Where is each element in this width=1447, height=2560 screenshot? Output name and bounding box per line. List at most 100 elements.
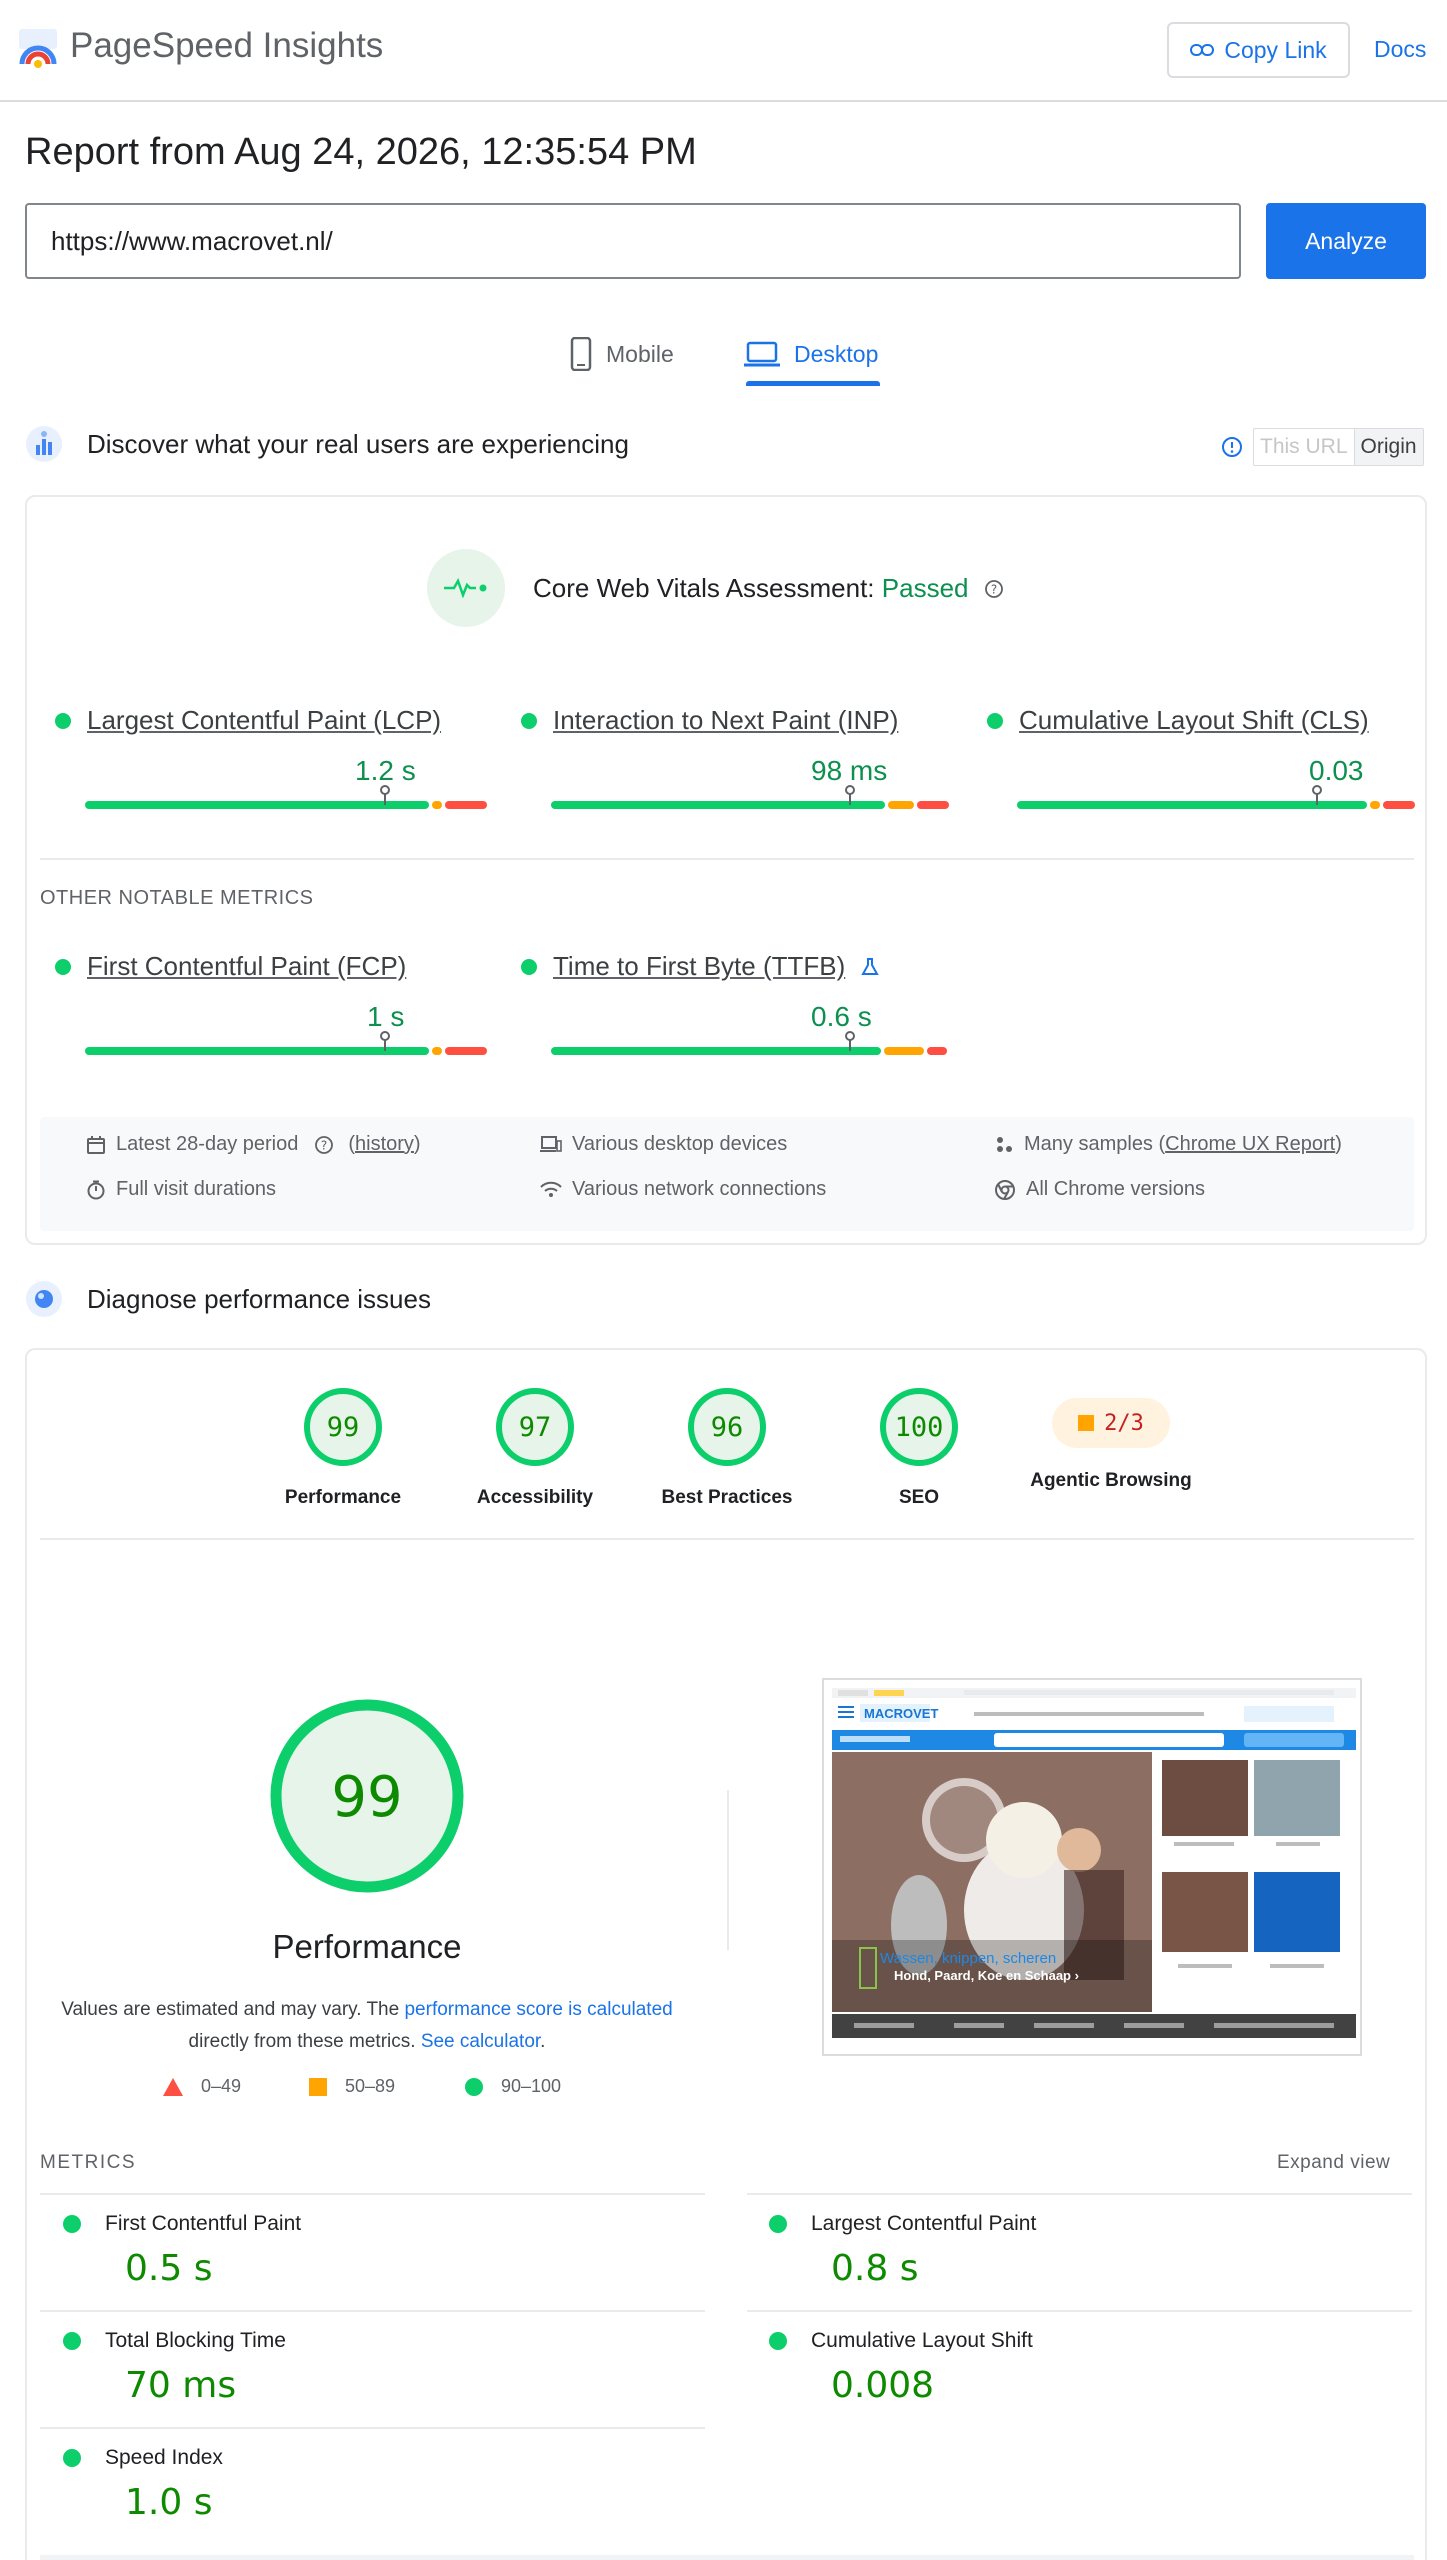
pagespeed-logo-icon[interactable]	[16, 26, 60, 70]
lab-speed-index: Speed Index 1.0 s	[63, 2446, 663, 2523]
seo-gauge[interactable]: 100 SEO	[819, 1386, 1019, 1509]
users-chart-icon	[26, 426, 62, 462]
vertical-divider	[727, 1790, 729, 1950]
accessibility-gauge-label: Accessibility	[476, 1487, 594, 1508]
section-divider	[40, 1538, 1414, 1540]
expand-view-button[interactable]: Expand view	[1277, 2152, 1390, 2174]
chrome-icon	[995, 1179, 1015, 1200]
other-metrics-label: OTHER NOTABLE METRICS	[40, 887, 314, 909]
lab-cls-value: 0.008	[831, 2365, 935, 2406]
info-network-text: Various network connections	[572, 1178, 827, 1200]
best-practices-gauge[interactable]: 96 Best Practices	[627, 1386, 827, 1509]
lcp-distribution-bar	[85, 801, 487, 809]
see-calculator-link[interactable]: See calculator	[421, 2031, 540, 2052]
performance-gauge[interactable]: 99 Performance	[243, 1386, 443, 1509]
performance-title: Performance	[272, 1928, 462, 1965]
toggle-this-url[interactable]: This URL	[1254, 429, 1355, 465]
metrics-label: METRICS	[40, 2152, 136, 2173]
metric-divider	[747, 2310, 1412, 2312]
field-data-info-panel: Latest 28-day period ? (history) Full vi…	[40, 1117, 1414, 1231]
lab-fcp-label: First Contentful Paint	[105, 2212, 302, 2235]
help-icon[interactable]: ?	[984, 579, 1004, 599]
active-tab-indicator	[746, 381, 880, 386]
good-status-dot	[63, 2449, 81, 2467]
legend-average-label: 50–89	[345, 2076, 396, 2096]
inp-label[interactable]: Interaction to Next Paint (INP)	[553, 705, 898, 736]
history-link[interactable]: history	[355, 1133, 414, 1155]
chrome-ux-report-link[interactable]: Chrome UX Report	[1165, 1133, 1335, 1155]
url-input[interactable]: https://www.macrovet.nl/	[25, 203, 1241, 279]
agentic-browsing-pill: 2/3	[1052, 1398, 1170, 1448]
app-title[interactable]: PageSpeed Insights	[70, 26, 383, 66]
accessibility-gauge[interactable]: 97 Accessibility	[435, 1386, 635, 1509]
tab-desktop-label: Desktop	[794, 340, 879, 367]
info-icon[interactable]	[1221, 436, 1243, 458]
lcp-label[interactable]: Largest Contentful Paint (LCP)	[87, 705, 441, 736]
circle-icon	[465, 2077, 483, 2096]
info-samples-prefix: Many samples (	[1024, 1133, 1166, 1155]
good-status-dot	[55, 958, 71, 975]
legend-good-label: 90–100	[501, 2076, 562, 2096]
cls-metric: Cumulative Layout Shift (CLS) 0.03	[987, 705, 1415, 809]
tab-mobile[interactable]: Mobile	[570, 322, 674, 386]
good-status-dot	[987, 712, 1003, 729]
experimental-flask-icon	[861, 957, 879, 975]
best-practices-gauge-label: Best Practices	[661, 1487, 793, 1508]
fcp-distribution-bar	[85, 1047, 487, 1055]
square-icon	[309, 2077, 327, 2096]
performance-big-gauge: 99	[270, 1699, 464, 1893]
devices-icon	[540, 1135, 562, 1152]
diagnose-lens-icon	[26, 1281, 62, 1317]
info-devices: Various desktop devices	[540, 1133, 787, 1156]
performance-gauge-label: Performance	[284, 1487, 402, 1508]
field-data-heading: Discover what your real users are experi…	[25, 425, 629, 463]
help-icon[interactable]: ?	[314, 1135, 334, 1155]
ttfb-label[interactable]: Time to First Byte (TTFB)	[553, 951, 845, 982]
metric-divider	[40, 2310, 705, 2312]
calendar-icon	[87, 1135, 105, 1154]
inp-metric: Interaction to Next Paint (INP) 98 ms	[521, 705, 949, 809]
agentic-browsing-gauge[interactable]: 2/3 Agentic Browsing	[1011, 1386, 1211, 1492]
bottom-fade	[40, 2555, 1414, 2560]
performance-score: 99	[327, 1412, 360, 1443]
cls-label[interactable]: Cumulative Layout Shift (CLS)	[1019, 705, 1369, 736]
hero-subline: Hond, Paard, Koe en Schaap ›	[894, 1968, 1079, 1983]
info-period: Latest 28-day period ? (history)	[86, 1133, 421, 1156]
lab-cls: Cumulative Layout Shift 0.008	[769, 2329, 1369, 2406]
metric-divider	[747, 2193, 1412, 2195]
cwv-assessment: Core Web Vitals Assessment: Passed ?	[427, 549, 1004, 627]
lcp-marker	[380, 785, 390, 805]
svg-text:?: ?	[991, 582, 997, 596]
fcp-label[interactable]: First Contentful Paint (FCP)	[87, 951, 406, 982]
ttfb-marker	[845, 1031, 855, 1051]
fcp-marker	[380, 1031, 390, 1051]
section-divider	[40, 858, 1414, 860]
lab-lcp: Largest Contentful Paint 0.8 s	[769, 2212, 1369, 2289]
good-status-dot	[63, 2332, 81, 2350]
docs-link[interactable]: Docs	[1374, 36, 1426, 63]
copy-link-button[interactable]: Copy Link	[1167, 22, 1350, 78]
note-text: directly from these metrics.	[188, 2031, 421, 2052]
lab-speed-index-value: 1.0 s	[125, 2482, 213, 2523]
samples-dots-icon	[997, 1136, 1012, 1152]
diagnose-title: Diagnose performance issues	[87, 1283, 431, 1314]
site-brand-logo: MACROVET	[864, 1706, 938, 1721]
legend-poor: 0–49	[163, 2076, 241, 2097]
tab-desktop[interactable]: Desktop	[744, 322, 878, 386]
best-practices-score: 96	[711, 1412, 744, 1443]
report-title: Report from Aug 24, 2026, 12:35:54 PM	[25, 131, 697, 173]
accessibility-score: 97	[519, 1412, 552, 1443]
lab-fcp: First Contentful Paint 0.5 s	[63, 2212, 663, 2289]
cls-marker	[1312, 785, 1322, 805]
inp-distribution-bar	[551, 801, 949, 809]
url-origin-toggle: This URL Origin	[1221, 428, 1424, 466]
cls-value: 0.03	[1309, 755, 1364, 786]
analyze-button[interactable]: Analyze	[1266, 203, 1426, 279]
toggle-origin[interactable]: Origin	[1354, 429, 1423, 465]
info-samples: Many samples (Chrome UX Report)	[994, 1133, 1342, 1156]
legend-poor-label: 0–49	[201, 2076, 242, 2096]
cwv-assessment-label: Core Web Vitals Assessment:	[533, 572, 875, 603]
info-durations-text: Full visit durations	[116, 1178, 277, 1200]
score-calculated-link[interactable]: performance score is calculated	[404, 1999, 672, 2020]
good-status-dot	[521, 958, 537, 975]
